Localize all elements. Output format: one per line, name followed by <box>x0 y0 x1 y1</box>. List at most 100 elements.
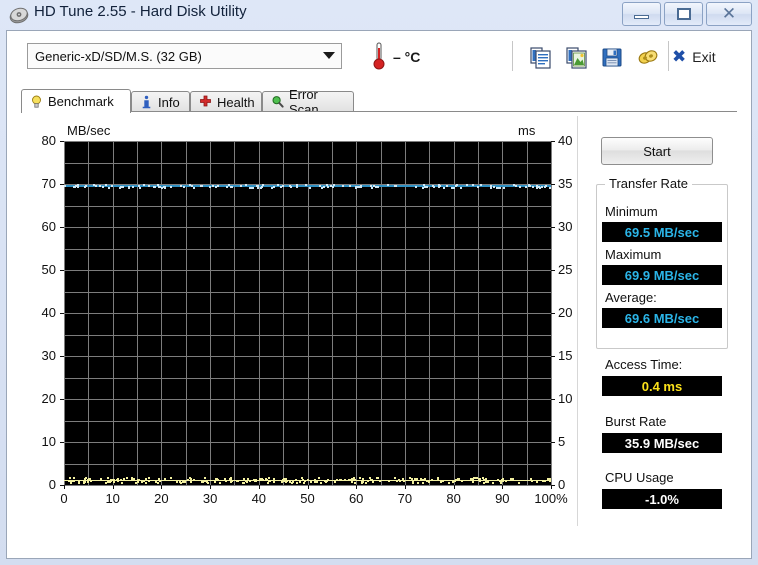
transfer-rate-sample <box>77 184 79 186</box>
access-time-sample <box>107 481 109 483</box>
info-icon <box>140 95 153 109</box>
tab-health-label: Health <box>217 95 255 110</box>
chart-y-tick-label: 60 <box>30 219 56 234</box>
transfer-rate-sample <box>193 187 195 189</box>
chart-gridline-horizontal <box>64 464 551 465</box>
access-time-sample <box>109 481 111 483</box>
minimize-button[interactable] <box>622 2 661 26</box>
access-time-sample <box>159 480 161 482</box>
chart-gridline-horizontal <box>64 249 551 250</box>
chart-y2-tick <box>551 442 555 443</box>
access-time-sample <box>365 482 367 484</box>
access-time-sample <box>155 481 157 483</box>
chart-gridline-horizontal <box>64 421 551 422</box>
chart-x-tick-label: 60 <box>336 491 376 506</box>
access-time-sample <box>353 477 355 479</box>
transfer-rate-sample <box>493 186 495 188</box>
transfer-rate-sample <box>387 184 389 186</box>
access-time-sample <box>351 481 353 483</box>
transfer-rate-sample <box>333 184 335 186</box>
tab-benchmark[interactable]: Benchmark <box>21 89 131 113</box>
transfer-rate-sample <box>532 186 534 188</box>
chart-x-tick-label: 20 <box>141 491 181 506</box>
access-time-sample <box>255 480 257 482</box>
exit-button[interactable]: ✖ Exit <box>672 45 716 69</box>
window-title: HD Tune 2.55 - Hard Disk Utility <box>34 3 247 20</box>
access-time-sample <box>359 477 361 479</box>
start-button[interactable]: Start <box>601 137 713 165</box>
average-label: Average: <box>605 290 657 305</box>
transfer-rate-sample <box>455 185 457 187</box>
access-time-sample <box>183 480 185 482</box>
chart-x-tick-label: 50 <box>288 491 328 506</box>
chart-gridline-horizontal <box>64 399 551 400</box>
maximize-button[interactable] <box>664 2 703 26</box>
chart-gridline-horizontal <box>64 206 551 207</box>
access-time-sample <box>549 479 551 481</box>
chart-y-tick <box>60 442 64 443</box>
access-time-sample <box>402 478 404 480</box>
access-time-sample <box>339 479 341 481</box>
chart-y2label: ms <box>518 123 535 138</box>
access-time-sample <box>236 480 238 482</box>
save-icon[interactable] <box>600 45 624 69</box>
access-time-sample <box>437 479 439 481</box>
access-time-sample <box>207 482 209 484</box>
chart-plot-area <box>64 141 551 485</box>
access-time-sample <box>100 478 102 480</box>
access-time-sample <box>302 479 304 481</box>
transfer-rate-sample <box>499 187 501 189</box>
access-time-sample <box>497 479 499 481</box>
tab-strip: Benchmark Info Health Error Scan <box>21 89 737 112</box>
close-button[interactable]: ✕ <box>706 2 752 26</box>
access-time-sample <box>170 477 172 479</box>
results-panel: Start Transfer Rate Minimum 69.5 MB/sec … <box>587 112 737 532</box>
access-time-sample <box>137 481 139 483</box>
transfer-rate-sample <box>128 187 130 189</box>
burst-rate-label: Burst Rate <box>605 414 666 429</box>
transfer-rate-sample <box>330 185 332 187</box>
copy-image-icon[interactable] <box>564 45 588 69</box>
chart-y-tick-label: 80 <box>30 133 56 148</box>
options-icon[interactable] <box>636 45 660 69</box>
tab-info[interactable]: Info <box>131 91 190 112</box>
access-time-sample <box>318 477 320 479</box>
access-time-sample <box>225 480 227 482</box>
chart-gridline-horizontal <box>64 292 551 293</box>
tab-error-scan[interactable]: Error Scan <box>262 91 354 112</box>
access-time-sample <box>325 481 327 483</box>
tab-health[interactable]: Health <box>190 91 262 112</box>
window-controls: ✕ <box>622 2 752 26</box>
transfer-rate-sample <box>432 185 434 187</box>
transfer-rate-sample <box>122 186 124 188</box>
access-time-sample <box>78 482 80 484</box>
access-time-sample <box>518 482 520 484</box>
access-time-sample <box>87 481 89 483</box>
chart-y-tick-label: 20 <box>30 391 56 406</box>
chart-y-tick-label: 10 <box>30 434 56 449</box>
benchmark-chart: MB/sec ms 0 10 20 30 40 50 60 70 80 0 5 10 15 20 25 30 3… <box>21 112 581 532</box>
transfer-rate-sample <box>180 185 182 187</box>
exit-label: Exit <box>692 49 715 65</box>
access-time-sample <box>295 479 297 481</box>
access-time-sample <box>316 481 318 483</box>
access-time-sample <box>219 482 221 484</box>
chart-gridline-horizontal <box>64 313 551 314</box>
transfer-rate-sample <box>102 186 104 188</box>
access-time-sample <box>292 481 294 483</box>
transfer-rate-sample <box>332 186 334 188</box>
device-select[interactable]: Generic-xD/SD/M.S. (32 GB) <box>27 43 342 69</box>
access-time-sample <box>334 481 336 483</box>
access-time-sample <box>117 480 119 482</box>
toolbar-separator-2 <box>668 41 669 71</box>
access-time-sample <box>512 478 514 480</box>
device-select-value: Generic-xD/SD/M.S. (32 GB) <box>35 49 202 64</box>
transfer-rate-sample <box>480 184 482 186</box>
access-time-sample <box>214 481 216 483</box>
transfer-rate-sample <box>132 186 134 188</box>
access-time-sample <box>442 480 444 482</box>
copy-text-icon[interactable] <box>528 45 552 69</box>
red-cross-icon <box>199 95 212 109</box>
access-time-sample <box>281 480 283 482</box>
access-time-sample <box>120 479 122 481</box>
